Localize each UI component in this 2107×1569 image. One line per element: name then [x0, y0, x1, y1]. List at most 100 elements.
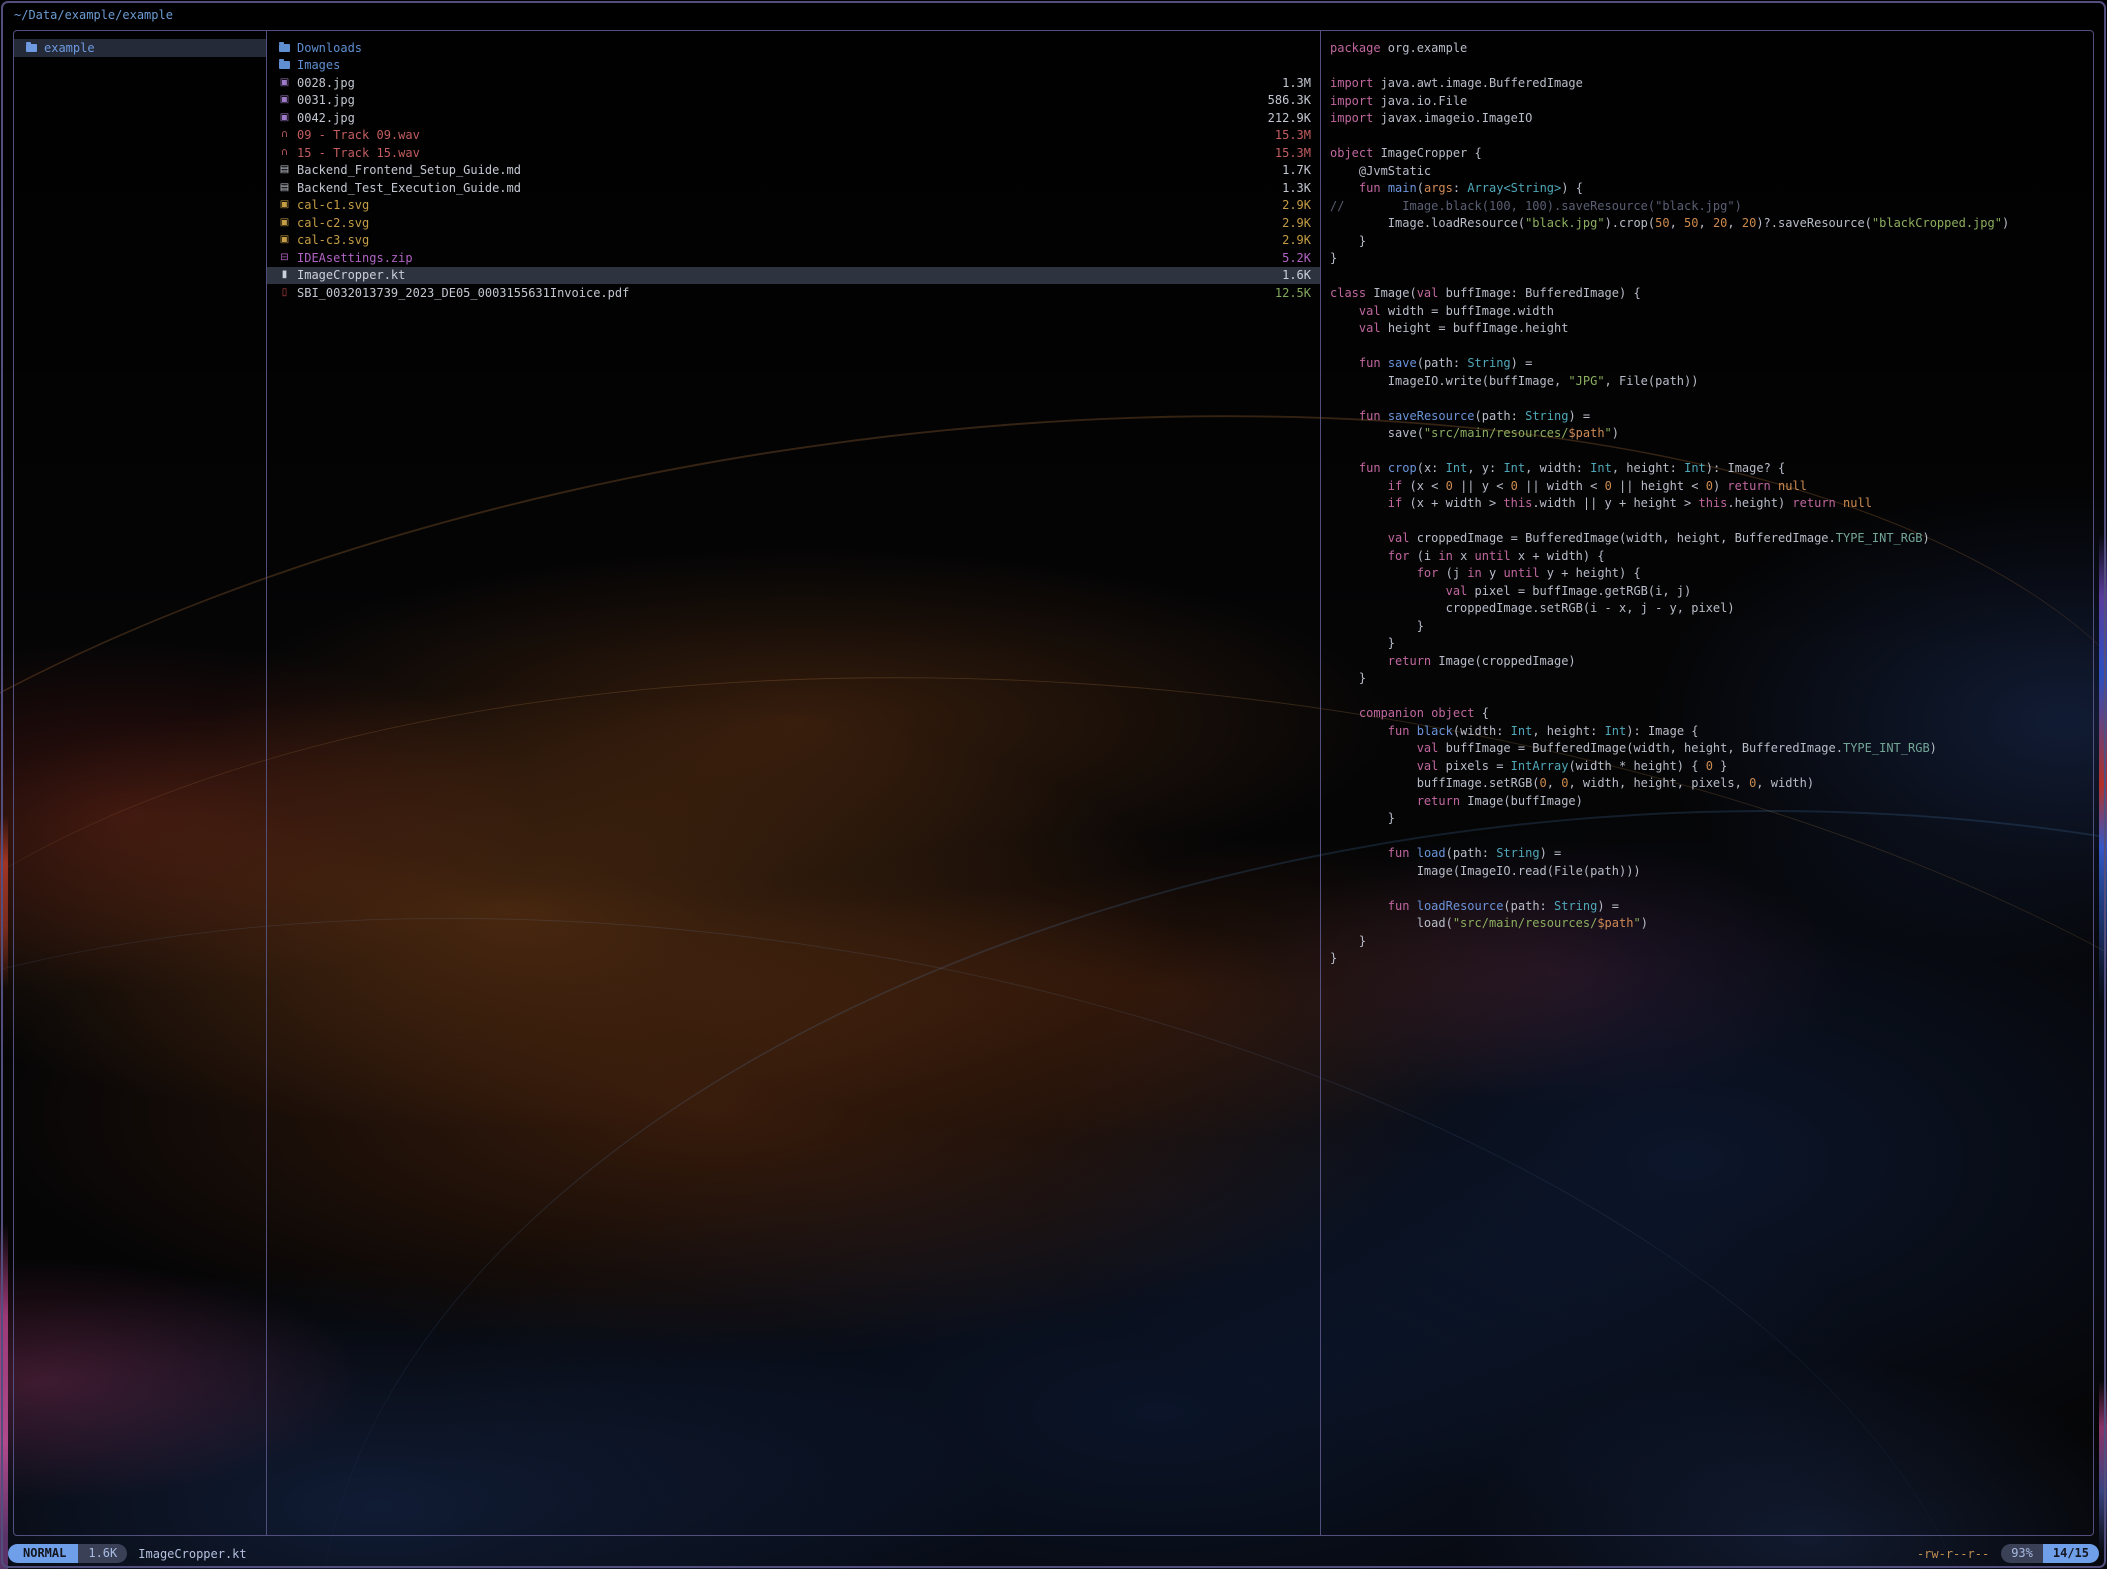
code-line: object ImageCropper {: [1330, 145, 2093, 163]
file-name: 15 - Track 15.wav: [297, 146, 420, 160]
code-line: val width = buffImage.width: [1330, 303, 2093, 321]
code-line: [1330, 513, 2093, 531]
code-line: Image.loadResource("black.jpg").crop(50,…: [1330, 215, 2093, 233]
code-preview: package org.example import java.awt.imag…: [1321, 31, 2093, 968]
file-name: example: [44, 41, 95, 55]
code-line: }: [1330, 635, 2093, 653]
terminal-screen: ~/Data/example/example example Downloads…: [0, 0, 2107, 1569]
code-line: if (x + width > this.width || y + height…: [1330, 495, 2093, 513]
svg-file-icon: ▣: [279, 218, 290, 228]
code-line: fun loadResource(path: String) =: [1330, 898, 2093, 916]
code-line: save("src/main/resources/$path"): [1330, 425, 2093, 443]
file-name: 0042.jpg: [297, 111, 355, 125]
downloads-folder-icon: [279, 44, 290, 52]
file-size: 5.2K: [1274, 251, 1311, 265]
current-directory-pane: DownloadsImages▣0028.jpg1.3M▣0031.jpg586…: [266, 31, 1321, 1535]
code-line: load("src/main/resources/$path"): [1330, 915, 2093, 933]
file-row[interactable]: ▣0042.jpg212.9K: [267, 109, 1320, 127]
code-line: [1330, 828, 2093, 846]
file-row[interactable]: Images: [267, 57, 1320, 75]
audio-file-icon: ∩: [279, 130, 290, 140]
code-line: [1330, 880, 2093, 898]
code-line: fun crop(x: Int, y: Int, width: Int, hei…: [1330, 460, 2093, 478]
file-row[interactable]: ∩ 09 - Track 09.wav 15.3M: [267, 127, 1320, 145]
code-line: }: [1330, 670, 2093, 688]
file-size: 586.3K: [1260, 93, 1311, 107]
file-size: 1.3K: [1274, 181, 1311, 195]
audio-file-icon: ∩: [279, 148, 290, 158]
code-line: [1330, 128, 2093, 146]
kotlin-file-icon: ▮: [279, 270, 290, 280]
code-line: }: [1330, 250, 2093, 268]
file-name: Backend_Test_Execution_Guide.md: [297, 181, 521, 195]
code-line: buffImage.setRGB(0, 0, width, height, pi…: [1330, 775, 2093, 793]
file-size-badge: 1.6K: [78, 1544, 127, 1563]
file-row[interactable]: ▣ cal-c1.svg 2.9K: [267, 197, 1320, 215]
file-row[interactable]: ▤ Backend_Frontend_Setup_Guide.md 1.7K: [267, 162, 1320, 180]
file-row[interactable]: ⊟IDEAsettings.zip5.2K: [267, 249, 1320, 267]
zip-file-icon: ⊟: [279, 253, 290, 263]
code-line: croppedImage.setRGB(i - x, j - y, pixel): [1330, 600, 2093, 618]
file-row[interactable]: ▣cal-c3.svg2.9K: [267, 232, 1320, 250]
file-row[interactable]: ∩ 15 - Track 15.wav 15.3M: [267, 144, 1320, 162]
file-name: cal-c2.svg: [297, 216, 369, 230]
file-row[interactable]: ▣0028.jpg1.3M: [267, 74, 1320, 92]
code-line: companion object {: [1330, 705, 2093, 723]
file-row[interactable]: ▤ Backend_Test_Execution_Guide.md 1.3K: [267, 179, 1320, 197]
file-row[interactable]: Downloads: [267, 39, 1320, 57]
code-line: fun black(width: Int, height: Int): Imag…: [1330, 723, 2093, 741]
file-size: 2.9K: [1274, 198, 1311, 212]
svg-file-icon: ▣: [279, 200, 290, 210]
preview-pane: package org.example import java.awt.imag…: [1321, 31, 2093, 1535]
file-row[interactable]: ▮ImageCropper.kt1.6K: [267, 267, 1320, 285]
image-file-icon: ▣: [279, 78, 290, 88]
code-line: ImageIO.write(buffImage, "JPG", File(pat…: [1330, 373, 2093, 391]
code-line: for (j in y until y + height) {: [1330, 565, 2093, 583]
code-line: if (x < 0 || y < 0 || width < 0 || heigh…: [1330, 478, 2093, 496]
code-line: [1330, 338, 2093, 356]
image-file-icon: ▣: [279, 95, 290, 105]
markdown-file-icon: ▤: [279, 183, 290, 193]
folder-icon: [279, 61, 290, 69]
status-filename: ImageCropper.kt: [138, 1547, 246, 1561]
svg-file-icon: ▣: [279, 235, 290, 245]
file-name: Backend_Frontend_Setup_Guide.md: [297, 163, 521, 177]
code-line: Image(ImageIO.read(File(path))): [1330, 863, 2093, 881]
file-name: 09 - Track 09.wav: [297, 128, 420, 142]
code-line: }: [1330, 618, 2093, 636]
mode-badge: NORMAL: [8, 1544, 78, 1563]
file-name: cal-c1.svg: [297, 198, 369, 212]
file-row[interactable]: ▣cal-c2.svg2.9K: [267, 214, 1320, 232]
file-row[interactable]: ▣0031.jpg586.3K: [267, 92, 1320, 110]
parent-dir-item[interactable]: example: [14, 39, 266, 57]
file-name: Images: [297, 58, 340, 72]
code-line: [1330, 688, 2093, 706]
pdf-file-icon: ▯: [279, 288, 290, 298]
breadcrumb-path: ~/Data/example/example: [14, 6, 173, 24]
code-line: for (i in x until x + width) {: [1330, 548, 2093, 566]
file-permissions: -rw-r--r--: [1917, 1547, 1989, 1561]
code-line: import java.io.File: [1330, 93, 2093, 111]
file-size: 15.3M: [1267, 146, 1311, 160]
file-row[interactable]: ▯SBI_0032013739_2023_DE05_0003155631Invo…: [267, 284, 1320, 302]
file-name: 0028.jpg: [297, 76, 355, 90]
markdown-file-icon: ▤: [279, 165, 290, 175]
code-line: val pixel = buffImage.getRGB(i, j): [1330, 583, 2093, 601]
code-line: return Image(buffImage): [1330, 793, 2093, 811]
file-size: 2.9K: [1274, 233, 1311, 247]
code-line: val pixels = IntArray(width * height) { …: [1330, 758, 2093, 776]
file-name: ImageCropper.kt: [297, 268, 405, 282]
file-size: 1.7K: [1274, 163, 1311, 177]
code-line: [1330, 443, 2093, 461]
code-line: val buffImage = BufferedImage(width, hei…: [1330, 740, 2093, 758]
code-line: fun save(path: String) =: [1330, 355, 2093, 373]
code-line: @JvmStatic: [1330, 163, 2093, 181]
code-line: fun main(args: Array<String>) {: [1330, 180, 2093, 198]
code-line: fun load(path: String) =: [1330, 845, 2093, 863]
scroll-percent-badge: 93%: [2001, 1544, 2043, 1563]
file-size: 212.9K: [1260, 111, 1311, 125]
code-line: val croppedImage = BufferedImage(width, …: [1330, 530, 2093, 548]
file-size: 15.3M: [1267, 128, 1311, 142]
file-size: 12.5K: [1267, 286, 1311, 300]
yazi-panes: example DownloadsImages▣0028.jpg1.3M▣003…: [13, 30, 2094, 1536]
